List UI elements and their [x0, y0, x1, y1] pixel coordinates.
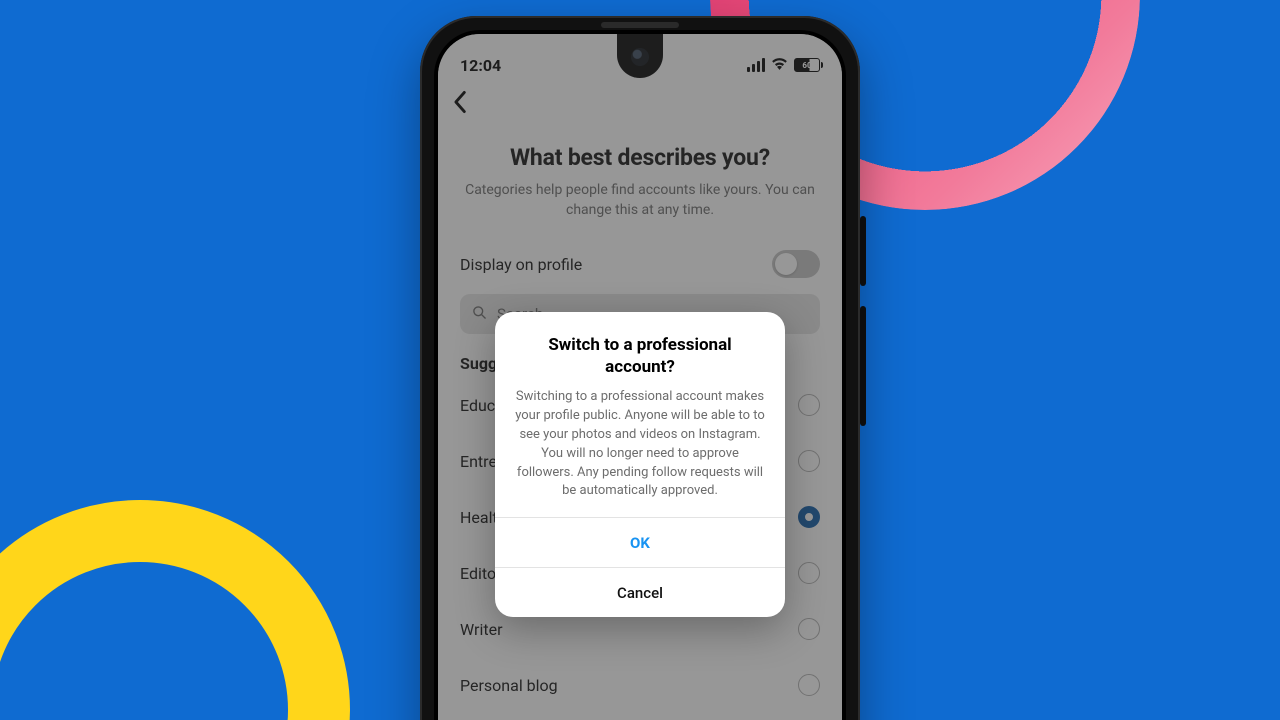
- switch-account-dialog: Switch to a professional account? Switch…: [495, 312, 785, 617]
- phone-frame: 12:04 60 What best describes you: [420, 16, 860, 720]
- phone-speaker: [601, 22, 679, 28]
- phone-screen: 12:04 60 What best describes you: [438, 34, 842, 720]
- dialog-cancel-button[interactable]: Cancel: [495, 567, 785, 617]
- dialog-title: Switch to a professional account?: [515, 334, 765, 378]
- decorative-ring-yellow: [0, 500, 350, 720]
- dialog-ok-button[interactable]: OK: [495, 517, 785, 567]
- dialog-body-text: Switching to a professional account make…: [515, 388, 765, 501]
